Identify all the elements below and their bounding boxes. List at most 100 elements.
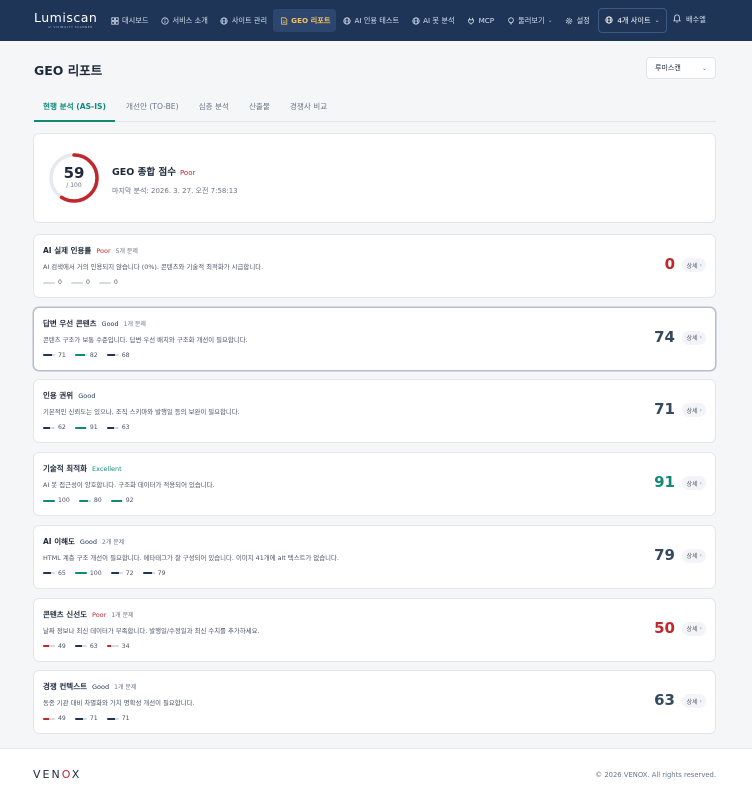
nav-item-4[interactable]: AI 인용 테스트 — [336, 9, 405, 32]
sub-score: 49 — [43, 715, 66, 722]
grid-icon — [110, 16, 119, 25]
nav-item-label: GEO 리포트 — [291, 15, 331, 25]
metric-header: 경쟁 컨텍스트 Good 1개 문제 — [43, 681, 136, 692]
sub-score-value: 0 — [85, 279, 90, 286]
sub-score: 63 — [74, 643, 98, 650]
metric-header: 인용 권위 Good — [43, 390, 95, 401]
metric-header: AI 이해도 Good 2개 문제 — [43, 536, 124, 547]
nav-item-label: MCP — [478, 16, 495, 25]
sub-score: 71 — [106, 715, 130, 723]
metric-card: 답변 우선 콘텐츠 Good 1개 문제 콘텐츠 구조가 보통 수준입니다. 답변 우… — [33, 306, 716, 371]
sub-score: 72 — [110, 570, 134, 577]
sub-score-value: 0 — [58, 279, 62, 286]
nav-item-2[interactable]: 사이트 관리 — [214, 9, 273, 32]
bell-icon[interactable] — [673, 14, 681, 25]
nav-item-7[interactable]: 둘러보기 ⌄ — [500, 9, 558, 32]
metric-title: AI 실제 인용률 — [43, 246, 92, 255]
sub-score-bar-fill — [43, 426, 51, 429]
chevron-right-icon: › — [699, 261, 702, 269]
metric-header: AI 실제 인용률 Poor 5개 문제 — [43, 245, 138, 256]
sub-score-value: 71 — [121, 715, 130, 723]
document-icon — [279, 16, 288, 25]
detail-button[interactable]: 상세 › — [681, 403, 706, 418]
metric-score: 91 — [654, 473, 675, 492]
overall-status-badge: Poor — [179, 169, 196, 177]
chevron-right-icon: › — [699, 406, 702, 414]
sub-score-bar-fill — [78, 499, 89, 502]
metric-title: 콘텐츠 신선도 — [43, 609, 88, 619]
site-select-value: 루미스캔 — [655, 64, 681, 72]
metric-sub-bars: 0 0 0 — [43, 279, 127, 286]
nav-item-3[interactable]: GEO 리포트 — [273, 9, 337, 32]
metric-description: AI 검색에서 거의 인용되지 않습니다 (0%). 콘텐츠와 기술적 최적화가… — [43, 263, 264, 271]
metric-status-badge: Poor — [96, 247, 111, 255]
sub-score: 62 — [43, 424, 66, 431]
detail-button[interactable]: 상세 › — [681, 476, 706, 491]
site-switcher-button[interactable]: 4개 사이트 ⌄ — [598, 8, 667, 33]
metric-score: 50 — [654, 618, 675, 637]
detail-button[interactable]: 상세 › — [681, 258, 706, 272]
sub-score: 0 — [70, 279, 90, 286]
sub-score: 80 — [78, 497, 102, 505]
site-select-dropdown[interactable]: 루미스캔 ⌄ — [646, 57, 716, 79]
overall-score-max: / 100 — [66, 182, 82, 189]
overall-score-label: GEO 종합 점수 — [112, 167, 176, 178]
sub-score-value: 80 — [93, 497, 102, 505]
user-menu[interactable]: 배수엘 — [673, 14, 706, 25]
overall-score-value: 59 — [63, 164, 85, 182]
detail-button[interactable]: 상세 › — [681, 621, 706, 636]
metric-sub-bars: 49 71 71 — [43, 715, 139, 722]
detail-button-label: 상세 — [686, 553, 698, 561]
tab-1[interactable]: 개선안 (TO-BE) — [117, 96, 188, 122]
metric-issue-count: 1개 문제 — [123, 320, 146, 328]
nav-item-8[interactable]: 설정 — [559, 9, 596, 32]
metric-sub-bars: 49 63 34 — [43, 643, 139, 650]
info-icon — [160, 16, 169, 25]
sub-score-value: 63 — [121, 424, 130, 432]
footer-copyright: © 2026 VENOX. All rights reserved. — [595, 771, 716, 779]
metric-description: 동종 기관 대비 차별화와 가치 명확성 개선이 필요합니다. — [43, 699, 195, 708]
tab-0[interactable]: 현행 분석 (AS-IS) — [34, 96, 115, 122]
nav-item-label: 사이트 관리 — [231, 15, 268, 25]
globe-icon — [605, 15, 613, 26]
site-switcher-label: 4개 사이트 — [617, 15, 651, 25]
sub-score-bar — [106, 645, 119, 647]
sub-score-value: 79 — [157, 569, 166, 577]
sub-score: 0 — [43, 279, 62, 286]
sub-score-value: 82 — [89, 351, 98, 359]
sub-score-bar-fill — [74, 645, 83, 647]
sub-score-value: 34 — [121, 642, 130, 650]
sub-score-bar — [78, 499, 91, 502]
footer: VENOX © 2026 VENOX. All rights reserved. — [0, 748, 752, 801]
tab-3[interactable]: 산출물 — [240, 96, 279, 122]
metric-description: 기본적인 신뢰도는 있으나, 조직 스키마와 발행일 등의 보완이 필요합니다. — [43, 408, 240, 417]
metric-title: 경쟁 컨텍스트 — [43, 682, 88, 692]
detail-button-label: 상세 — [686, 480, 698, 488]
detail-button[interactable]: 상세 › — [681, 330, 706, 345]
sub-score: 71 — [74, 715, 98, 722]
gear-icon — [565, 16, 574, 25]
metric-status-badge: Good — [79, 537, 98, 546]
nav-item-0[interactable]: 대시보드 — [104, 9, 154, 32]
nav-item-5[interactable]: AI 봇 분석 — [405, 9, 460, 32]
tab-2[interactable]: 심층 분석 — [190, 96, 238, 122]
sub-score-bar-fill — [43, 717, 49, 720]
nav-item-label: AI 봇 분석 — [423, 15, 455, 25]
sub-score-bar — [43, 426, 55, 429]
detail-button[interactable]: 상세 › — [681, 548, 706, 563]
detail-button[interactable]: 상세 › — [681, 694, 706, 709]
sub-score-bar-fill — [106, 426, 115, 429]
metric-sub-bars: 100 80 92 — [43, 497, 143, 504]
lightbulb-icon — [506, 16, 515, 25]
brand-logo[interactable]: Lumiscan AI VISIBILITY SCANNER — [34, 11, 97, 29]
metric-score: 74 — [654, 327, 675, 346]
nav-item-1[interactable]: 서비스 소개 — [154, 9, 213, 32]
sub-score-bar-fill — [43, 354, 52, 357]
nav-item-label: 둘러보기 — [518, 15, 545, 25]
sub-score-bar — [43, 281, 55, 284]
nav-item-6[interactable]: MCP — [461, 9, 501, 32]
chevron-right-icon: › — [699, 334, 702, 342]
tab-4[interactable]: 경쟁사 비교 — [281, 96, 336, 122]
sub-score: 68 — [106, 352, 130, 359]
metric-sub-bars: 62 91 63 — [43, 424, 139, 431]
